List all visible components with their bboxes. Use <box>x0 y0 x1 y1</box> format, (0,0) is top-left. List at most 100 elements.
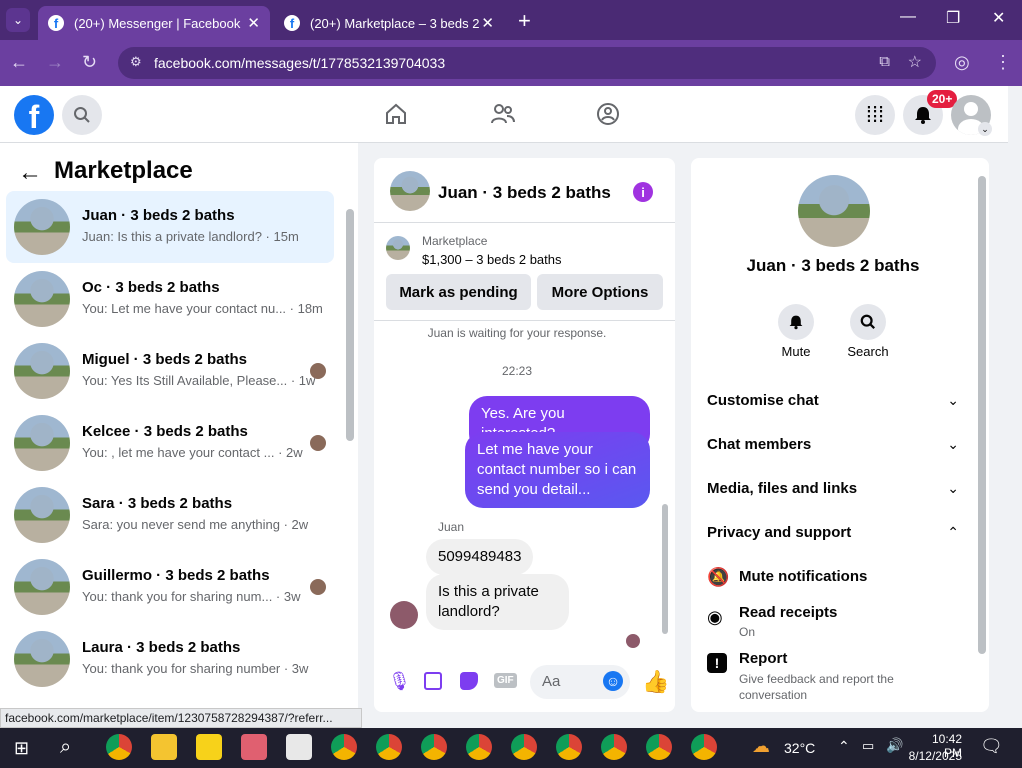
gif-icon[interactable]: GIF <box>494 673 517 688</box>
network-icon[interactable]: ▭ <box>862 738 874 754</box>
home-nav[interactable] <box>384 102 408 131</box>
windows-start-icon[interactable]: ⊞ <box>14 738 29 759</box>
facebook-logo[interactable]: f <box>14 95 54 135</box>
conversation-title: Guillermo · 3 beds 2 baths <box>82 567 270 584</box>
list-item[interactable]: Sara · 3 beds 2 baths Sara: you never sen… <box>6 479 334 551</box>
more-options-button[interactable]: More Options <box>537 274 663 310</box>
chrome-icon[interactable] <box>601 734 627 760</box>
tray-chevron-icon[interactable]: ⌃ <box>838 738 850 755</box>
listing-thumbnail <box>14 487 70 543</box>
tab-marketplace[interactable]: f (20+) Marketplace – 3 beds 2 b ✕ <box>274 6 504 40</box>
sticker-icon[interactable] <box>460 672 478 690</box>
chat-title[interactable]: Juan · 3 beds 2 baths <box>438 183 611 203</box>
sender-avatar[interactable] <box>390 601 418 629</box>
friends-nav[interactable] <box>490 102 516 131</box>
menu-icon[interactable]: ⋮ <box>994 52 1012 73</box>
forward-icon[interactable]: → <box>46 52 64 73</box>
mute-button[interactable] <box>778 304 814 340</box>
report-item[interactable]: Report <box>739 650 787 667</box>
chrome-icon[interactable] <box>421 734 447 760</box>
list-item[interactable]: Laura · 3 beds 2 baths You: thank you for… <box>6 623 334 695</box>
chevron-down-icon[interactable]: ⌄ <box>947 392 959 409</box>
outgoing-message[interactable]: Let me have your contact number so i can… <box>465 432 650 508</box>
chrome-icon[interactable] <box>556 734 582 760</box>
photo-icon[interactable] <box>424 672 442 690</box>
scrollbar[interactable] <box>978 176 986 654</box>
close-icon[interactable]: ✕ <box>481 14 494 32</box>
window-close-button[interactable]: ✕ <box>992 8 1005 28</box>
emoji-icon[interactable]: ☺ <box>603 671 623 691</box>
minimize-button[interactable]: — <box>900 8 916 26</box>
clock-date[interactable]: 8/12/2025 <box>902 749 962 763</box>
listing-price[interactable]: $1,300 – 3 beds 2 baths <box>422 252 562 267</box>
new-tab-button[interactable]: + <box>518 8 531 34</box>
friends-icon <box>491 104 515 124</box>
chrome-icon[interactable] <box>691 734 717 760</box>
site-settings-icon[interactable]: ⚙ <box>130 54 142 70</box>
chevron-down-icon[interactable]: ⌄ <box>978 122 992 136</box>
list-item[interactable]: Juan · 3 beds 2 baths Juan: Is this a pri… <box>6 191 334 263</box>
list-item[interactable]: Guillermo · 3 beds 2 baths You: thank you… <box>6 551 334 623</box>
temperature[interactable]: 32°C <box>784 740 815 756</box>
input-placeholder: Aa <box>542 673 561 690</box>
profile-photo[interactable] <box>798 175 870 247</box>
document-icon[interactable] <box>286 734 312 760</box>
conversation-preview: You: Yes Its Still Available, Please... … <box>82 373 316 388</box>
participant-avatar <box>310 435 326 451</box>
like-thumb-icon[interactable]: 👍 <box>642 669 669 695</box>
back-arrow-icon[interactable]: ← <box>18 159 42 187</box>
chat-window: Juan · 3 beds 2 baths i Marketplace $1,3… <box>374 158 675 712</box>
tab-messenger[interactable]: f (20+) Messenger | Facebook ✕ <box>38 6 270 40</box>
weather-icon[interactable]: ☁ <box>752 736 770 757</box>
chevron-down-icon[interactable]: ⌄ <box>947 480 959 497</box>
conversation-title: Juan · 3 beds 2 baths <box>82 207 235 224</box>
search-chat-button[interactable] <box>850 304 886 340</box>
tab-search-button[interactable]: ⌄ <box>6 8 30 32</box>
mark-pending-button[interactable]: Mark as pending <box>386 274 531 310</box>
notifications-icon[interactable]: 🗨 <box>980 736 1003 757</box>
chat-avatar[interactable] <box>390 171 430 211</box>
scrollbar[interactable] <box>346 209 354 441</box>
install-icon[interactable]: ⧉ <box>879 53 890 70</box>
read-receipts-item[interactable]: Read receipts <box>739 604 837 621</box>
reload-icon[interactable]: ↻ <box>82 52 97 73</box>
chrome-icon[interactable] <box>376 734 402 760</box>
chrome-icon[interactable] <box>331 734 357 760</box>
search-button[interactable] <box>62 95 102 135</box>
list-item[interactable]: Miguel · 3 beds 2 baths You: Yes Its Stil… <box>6 335 334 407</box>
mute-notifications-item[interactable]: Mute notifications <box>739 568 867 585</box>
bookmark-star-icon[interactable]: ☆ <box>908 52 922 72</box>
paint-icon[interactable] <box>241 734 267 760</box>
section-privacy-support[interactable]: Privacy and support <box>707 524 851 541</box>
microphone-icon[interactable]: 🎙 <box>388 671 411 692</box>
volume-icon[interactable]: 🔊 <box>886 737 903 754</box>
chevron-up-icon[interactable]: ⌃ <box>947 524 959 541</box>
section-media-files[interactable]: Media, files and links <box>707 480 857 497</box>
info-icon[interactable]: i <box>633 182 653 202</box>
facebook-header: f ⁞⁞⁞ 20+ ⌄ <box>0 86 1008 143</box>
groups-nav[interactable] <box>596 102 620 131</box>
incoming-message[interactable]: 5099489483 <box>426 539 534 575</box>
chrome-icon[interactable] <box>646 734 672 760</box>
chrome-icon[interactable] <box>106 734 132 760</box>
menu-grid-button[interactable]: ⁞⁞⁞ <box>855 95 895 135</box>
section-chat-members[interactable]: Chat members <box>707 436 811 453</box>
section-customise-chat[interactable]: Customise chat <box>707 392 819 409</box>
back-icon[interactable]: ← <box>10 52 28 73</box>
listing-thumbnail[interactable] <box>386 236 410 260</box>
address-bar[interactable]: ⚙ facebook.com/messages/t/17785321397040… <box>118 47 936 79</box>
extensions-icon[interactable]: ◎ <box>954 52 970 73</box>
chrome-icon[interactable] <box>511 734 537 760</box>
list-item[interactable]: Oc · 3 beds 2 baths You: Let me have your… <box>6 263 334 335</box>
maximize-button[interactable]: ❐ <box>946 8 960 28</box>
folder-icon[interactable] <box>151 734 177 760</box>
list-item[interactable]: Kelcee · 3 beds 2 baths You: , let me hav… <box>6 407 334 479</box>
header-divider <box>374 222 675 223</box>
incoming-message[interactable]: Is this a private landlord? <box>426 574 569 630</box>
close-icon[interactable]: ✕ <box>247 14 260 32</box>
chrome-icon[interactable] <box>466 734 492 760</box>
search-icon[interactable]: ⌕ <box>60 736 71 759</box>
sticky-notes-icon[interactable] <box>196 734 222 760</box>
chevron-down-icon[interactable]: ⌄ <box>947 436 959 453</box>
chat-scrollbar[interactable] <box>662 504 668 634</box>
